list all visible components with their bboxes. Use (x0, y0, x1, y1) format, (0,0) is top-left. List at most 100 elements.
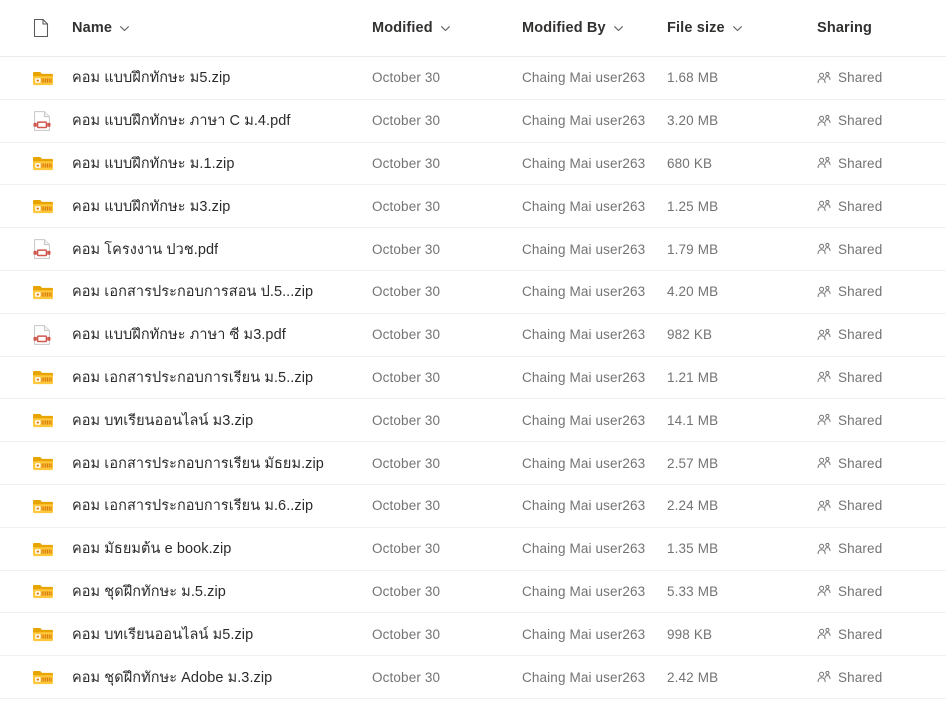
zip-folder-icon (32, 537, 60, 561)
table-row[interactable]: คอม ชุดฝึกทักษะ Adobe ม.3.zip October 30 C… (0, 656, 946, 699)
modified-label: October 30 (372, 113, 441, 129)
file-name-cell[interactable]: คอม แบบฝึกทักษะ ม5.zip (72, 66, 372, 89)
header-label-modified: Modified (372, 20, 433, 36)
file-name-cell[interactable]: คอม ชุดฝึกทักษะ Adobe ม.3.zip (72, 666, 372, 689)
file-name-cell[interactable]: คอม เอกสารประกอบการสอน ป.5...zip (72, 280, 372, 303)
file-name-cell[interactable]: คอม เอกสารประกอบการเรียน ม.5..zip (72, 366, 372, 389)
chevron-down-icon (119, 23, 130, 34)
table-row[interactable]: คอม เอกสารประกอบการสอน ป.5...zip October … (0, 270, 946, 314)
file-size-label: 2.42 MB (667, 669, 719, 685)
modified-by-cell: Chaing Mai user263 (522, 627, 667, 642)
table-row[interactable]: คอม เอกสารประกอบการเรียน ม.5..zip October… (0, 356, 946, 400)
shared-people-icon (817, 627, 831, 641)
table-row[interactable]: คอม แบบฝึกทักษะ ม3.zip October 30 Chaing M… (0, 185, 946, 229)
file-name-cell[interactable]: คอม เอกสารประกอบการเรียน ม.6..zip (72, 494, 372, 517)
table-row[interactable]: คอม บทเรียนออนไลน์ ม3.zip October 30 Chain… (0, 399, 946, 443)
file-name-label: คอม เอกสารประกอบการเรียน มัธยม.zip (72, 455, 324, 472)
sharing-cell[interactable]: Shared (817, 327, 946, 342)
shared-people-icon (817, 413, 831, 427)
file-size-cell: 3.20 MB (667, 113, 817, 128)
shared-people-icon (817, 285, 831, 299)
table-row[interactable]: คอม ชุดฝึกทักษะ ม.5.zip October 30 Chaing … (0, 570, 946, 614)
modified-by-label: Chaing Mai user263 (522, 327, 646, 343)
file-name-label: คอม บทเรียนออนไลน์ ม5.zip (72, 626, 254, 643)
header-cell-modified-by[interactable]: Modified By (522, 20, 667, 36)
sharing-cell[interactable]: Shared (817, 70, 946, 85)
modified-by-label: Chaing Mai user263 (522, 541, 646, 557)
pdf-file-icon (32, 237, 60, 261)
file-type-icon-cell (32, 451, 72, 475)
header-cell-file-size[interactable]: File size (667, 20, 817, 36)
modified-by-label: Chaing Mai user263 (522, 113, 646, 129)
sharing-cell[interactable]: Shared (817, 456, 946, 471)
file-size-label: 982 KB (667, 327, 713, 343)
modified-cell: October 30 (372, 627, 522, 642)
sharing-cell[interactable]: Shared (817, 242, 946, 257)
modified-by-cell: Chaing Mai user263 (522, 370, 667, 385)
modified-cell: October 30 (372, 284, 522, 299)
sharing-cell[interactable]: Shared (817, 113, 946, 128)
file-size-cell: 5.33 MB (667, 584, 817, 599)
table-row[interactable]: คอม บทเรียนออนไลน์ ม5.zip October 30 Chain… (0, 613, 946, 657)
file-size-cell: 680 KB (667, 156, 817, 171)
sharing-label: Shared (838, 113, 883, 129)
sharing-label: Shared (838, 583, 883, 599)
file-name-cell[interactable]: คอม แบบฝึกทักษะ ภาษา C ม.4.pdf (72, 109, 372, 132)
table-row[interactable]: คอม แบบฝึกทักษะ ม.1.zip October 30 Chaing … (0, 142, 946, 186)
sharing-cell[interactable]: Shared (817, 670, 946, 685)
sharing-label: Shared (838, 669, 883, 685)
sharing-cell[interactable]: Shared (817, 627, 946, 642)
zip-folder-icon (32, 280, 60, 304)
file-size-label: 3.20 MB (667, 113, 719, 129)
sharing-cell[interactable]: Shared (817, 584, 946, 599)
file-name-cell[interactable]: คอม แบบฝึกทักษะ ภาษา ซี ม3.pdf (72, 323, 372, 346)
sharing-cell[interactable]: Shared (817, 156, 946, 171)
file-type-icon-cell (32, 365, 72, 389)
file-size-label: 1.35 MB (667, 541, 719, 557)
header-cell-name[interactable]: Name (72, 20, 372, 36)
modified-label: October 30 (372, 498, 441, 514)
file-name-cell[interactable]: คอม แบบฝึกทักษะ ม.1.zip (72, 152, 372, 175)
table-row[interactable]: คอม แบบฝึกทักษะ ภาษา ซี ม3.pdf October 30… (0, 313, 946, 357)
file-name-cell[interactable]: คอม บทเรียนออนไลน์ ม5.zip (72, 623, 372, 646)
table-row[interactable]: คอม โครงงาน ปวช.pdf October 30 Chaing Mai … (0, 228, 946, 271)
table-row[interactable]: คอม เอกสารประกอบการเรียน ม.6..zip October… (0, 484, 946, 528)
chevron-down-icon (732, 23, 743, 34)
file-size-label: 1.79 MB (667, 241, 719, 257)
document-icon (32, 18, 50, 38)
file-name-cell[interactable]: คอม เอกสารประกอบการเรียน มัธยม.zip (72, 452, 372, 475)
modified-label: October 30 (372, 412, 441, 428)
header-cell-sharing[interactable]: Sharing (817, 20, 946, 36)
file-name-cell[interactable]: คอม โครงงาน ปวช.pdf (72, 238, 372, 261)
pdf-file-icon (32, 323, 60, 347)
sharing-cell[interactable]: Shared (817, 541, 946, 556)
chevron-down-icon (440, 23, 451, 34)
table-row[interactable]: คอม เอกสารประกอบการเรียน มัธยม.zip Octobe… (0, 442, 946, 485)
zip-folder-icon (32, 622, 60, 646)
file-type-icon-cell (32, 323, 72, 347)
file-name-label: คอม ชุดฝึกทักษะ ม.5.zip (72, 583, 226, 600)
file-size-label: 14.1 MB (667, 412, 719, 428)
modified-label: October 30 (372, 541, 441, 557)
modified-cell: October 30 (372, 370, 522, 385)
sharing-cell[interactable]: Shared (817, 284, 946, 299)
table-row[interactable]: คอม มัธยมต้น e book.zip October 30 Chaing … (0, 527, 946, 571)
sharing-label: Shared (838, 155, 883, 171)
sharing-cell[interactable]: Shared (817, 370, 946, 385)
file-name-cell[interactable]: คอม ชุดฝึกทักษะ ม.5.zip (72, 580, 372, 603)
table-row[interactable]: คอม แบบฝึกทักษะ ภาษา C ม.4.pdf October 30… (0, 99, 946, 143)
file-name-cell[interactable]: คอม มัธยมต้น e book.zip (72, 537, 372, 560)
file-name-cell[interactable]: คอม บทเรียนออนไลน์ ม3.zip (72, 409, 372, 432)
file-type-icon-cell (32, 151, 72, 175)
file-name-cell[interactable]: คอม แบบฝึกทักษะ ม3.zip (72, 195, 372, 218)
sharing-cell[interactable]: Shared (817, 199, 946, 214)
sharing-cell[interactable]: Shared (817, 413, 946, 428)
sharing-cell[interactable]: Shared (817, 498, 946, 513)
header-cell-modified[interactable]: Modified (372, 20, 522, 36)
sharing-label: Shared (838, 498, 883, 514)
modified-by-cell: Chaing Mai user263 (522, 156, 667, 171)
modified-by-label: Chaing Mai user263 (522, 583, 646, 599)
file-list: Name Modified Modified By File size Shar… (0, 0, 946, 711)
modified-by-cell: Chaing Mai user263 (522, 456, 667, 471)
table-row[interactable]: คอม แบบฝึกทักษะ ม5.zip October 30 Chaing M… (0, 57, 946, 100)
